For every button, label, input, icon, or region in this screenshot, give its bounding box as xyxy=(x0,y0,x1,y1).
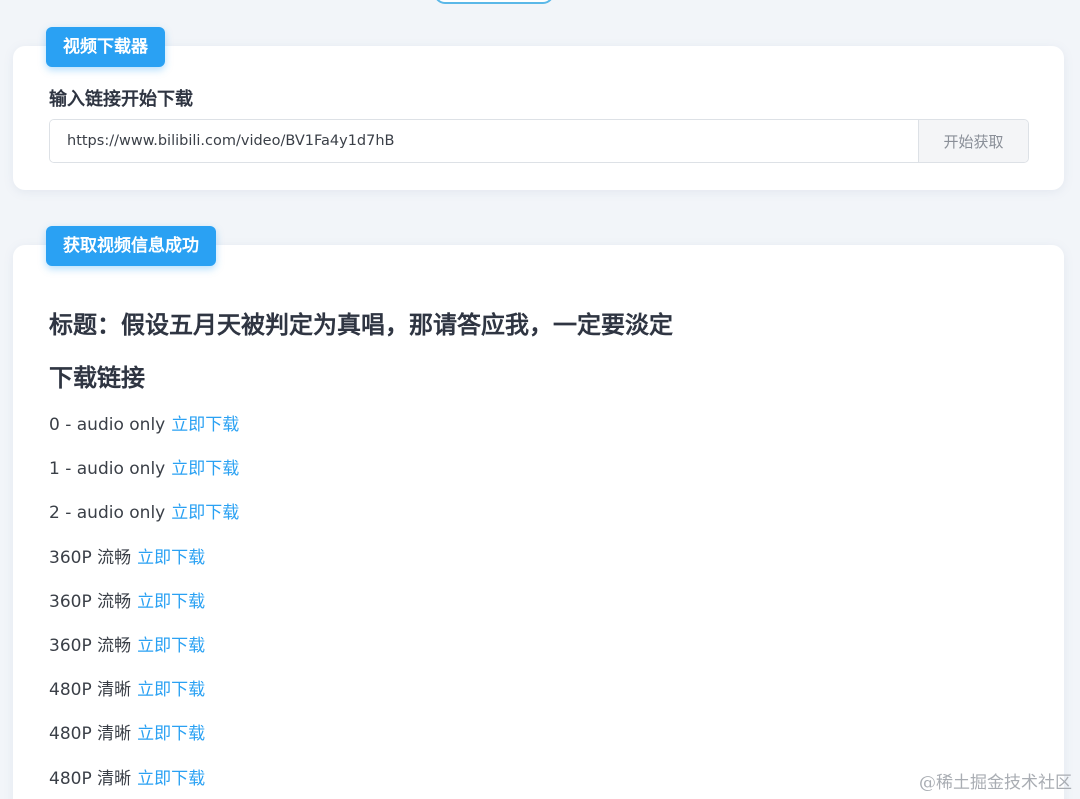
url-input[interactable] xyxy=(50,120,918,162)
url-input-label: 输入链接开始下载 xyxy=(49,89,193,110)
downloads-heading: 下载链接 xyxy=(49,364,145,392)
download-link[interactable]: 立即下载 xyxy=(137,636,205,656)
download-link[interactable]: 立即下载 xyxy=(171,459,239,479)
download-item: 360P 流畅 立即下载 xyxy=(49,630,239,674)
download-format-label: 480P 清晰 xyxy=(49,680,132,701)
download-item: 480P 清晰 立即下载 xyxy=(49,674,239,718)
video-title: 标题：假设五月天被判定为真唱，那请答应我，一定要淡定 xyxy=(49,311,673,339)
download-format-label: 2 - audio only xyxy=(49,503,166,524)
download-format-label: 480P 清晰 xyxy=(49,768,132,789)
page: 视频下载器 输入链接开始下载 开始获取 获取视频信息成功 标题：假设五月天被判定… xyxy=(0,0,1080,799)
download-link[interactable]: 立即下载 xyxy=(171,415,239,435)
download-item: 360P 流畅 立即下载 xyxy=(49,542,239,586)
download-item: 360P 流畅 立即下载 xyxy=(49,586,239,630)
download-format-label: 360P 流畅 xyxy=(49,591,132,612)
fetch-button[interactable]: 开始获取 xyxy=(918,120,1028,162)
download-link[interactable]: 立即下载 xyxy=(171,503,239,523)
download-format-label: 360P 流畅 xyxy=(49,635,132,656)
download-format-label: 360P 流畅 xyxy=(49,547,132,568)
result-badge: 获取视频信息成功 xyxy=(46,226,216,266)
watermark: @稀土掘金技术社区 xyxy=(919,773,1072,793)
download-link[interactable]: 立即下载 xyxy=(137,548,205,568)
download-item: 2 - audio only 立即下载 xyxy=(49,497,239,541)
download-item: 480P 清晰 立即下载 xyxy=(49,763,239,799)
downloader-badge: 视频下载器 xyxy=(46,27,165,67)
downloader-card xyxy=(13,46,1064,190)
download-item: 1 - audio only 立即下载 xyxy=(49,453,239,497)
download-link[interactable]: 立即下载 xyxy=(137,769,205,789)
download-list: 0 - audio only 立即下载 1 - audio only 立即下载 2 … xyxy=(49,409,239,799)
download-format-label: 0 - audio only xyxy=(49,415,166,435)
download-link[interactable]: 立即下载 xyxy=(137,592,205,612)
url-input-group: 开始获取 xyxy=(49,119,1029,163)
download-link[interactable]: 立即下载 xyxy=(137,724,205,744)
download-item: 0 - audio only 立即下载 xyxy=(49,409,239,453)
download-format-label: 1 - audio only xyxy=(49,459,166,480)
top-nav-button[interactable] xyxy=(434,0,554,4)
download-item: 480P 清晰 立即下载 xyxy=(49,718,239,762)
download-link[interactable]: 立即下载 xyxy=(137,680,205,700)
download-format-label: 480P 清晰 xyxy=(49,724,132,745)
